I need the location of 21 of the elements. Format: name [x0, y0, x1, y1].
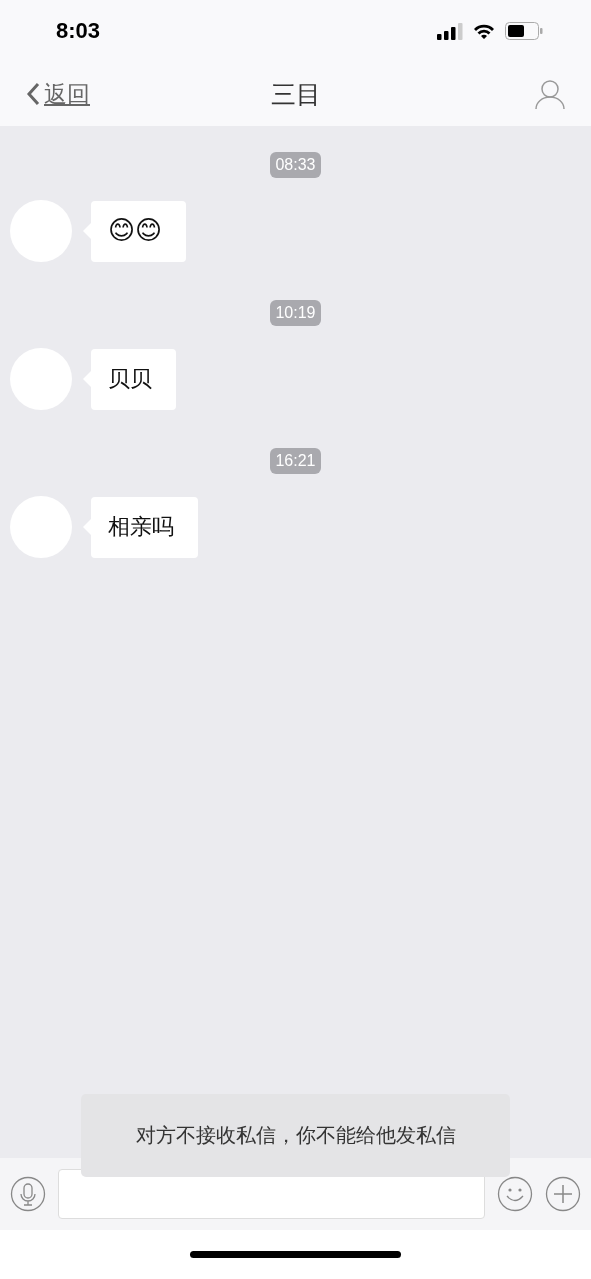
voice-button[interactable]: [10, 1176, 46, 1212]
toast-message: 对方不接收私信，你不能给他发私信: [81, 1094, 510, 1177]
timestamp: 16:21: [270, 448, 321, 474]
battery-icon: [505, 22, 543, 40]
message-bubble: 贝贝: [91, 348, 176, 410]
wifi-icon: [473, 22, 495, 40]
profile-icon[interactable]: [535, 79, 565, 109]
back-link[interactable]: 返回: [26, 78, 90, 110]
timestamp: 10:19: [270, 300, 321, 326]
add-button[interactable]: [545, 1176, 581, 1212]
smiley-icon: [497, 1176, 533, 1212]
back-chevron-icon: [26, 82, 40, 106]
emoji-text: 😊😊: [108, 215, 163, 247]
microphone-icon: [10, 1176, 46, 1212]
chat-title: 三目: [270, 78, 321, 111]
plus-icon: [545, 1176, 581, 1212]
message-bubble: 相亲吗: [91, 496, 198, 558]
status-time: 8:03: [56, 18, 101, 44]
signal-icon: [437, 22, 463, 40]
timestamp: 08:33: [270, 152, 321, 178]
emoji-button[interactable]: [497, 1176, 533, 1212]
